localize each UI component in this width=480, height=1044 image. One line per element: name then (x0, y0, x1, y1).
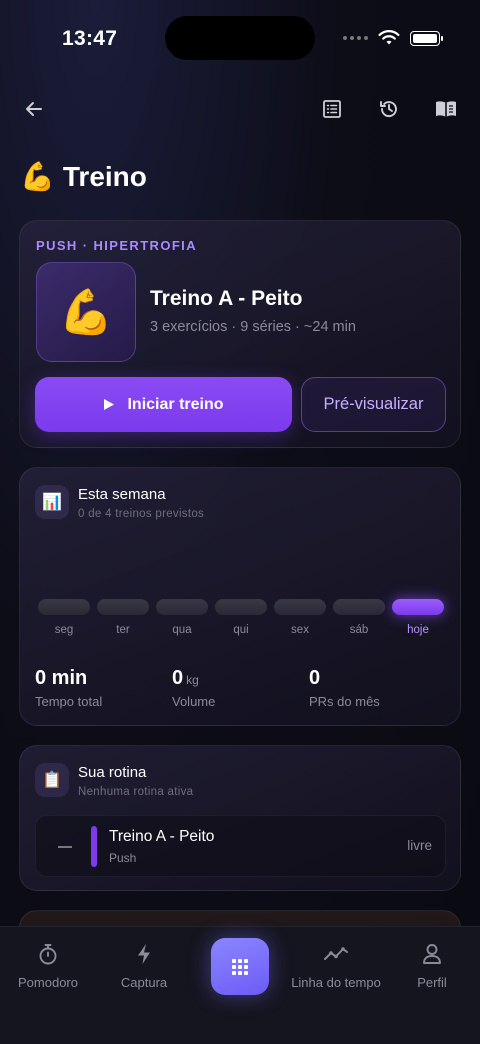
arrow-left-icon (26, 102, 42, 116)
day-label: qui (233, 624, 249, 636)
grid-icon (232, 958, 248, 975)
day-label: sex (291, 624, 309, 636)
preview-button[interactable]: Pré-visualizar (301, 377, 446, 432)
page-title: 💪 Treino (20, 160, 147, 193)
top-nav (0, 90, 480, 126)
list-button[interactable] (317, 94, 347, 124)
chart-icon: 📊 (35, 485, 69, 519)
day-6: hoje (392, 599, 444, 636)
tab-perfil-label: Perfil (417, 975, 447, 990)
start-workout-button[interactable]: Iniciar treino (35, 377, 292, 432)
tab-pomodoro-label: Pomodoro (18, 975, 78, 990)
status-bar: 13:47 (0, 0, 480, 80)
week-days: seg ter qua qui sex sáb hoje (38, 599, 444, 636)
routine-item-name: Treino A - Peito (109, 828, 215, 845)
day-label: qua (172, 624, 192, 636)
routine-item-type: Push (109, 851, 137, 865)
stat-prs-label: PRs do mês (309, 694, 380, 709)
routine-card: 📋 Sua rotina Nenhuma rotina ativa Treino… (19, 745, 461, 891)
tab-bar: Pomodoro Captura Linha do tempo Perfil (0, 926, 480, 1044)
day-2: qua (156, 599, 208, 636)
wifi-icon (378, 30, 400, 45)
book-open-icon (436, 101, 456, 117)
day-0: seg (38, 599, 90, 636)
workout-card: PUSH · HIPERTROFIA 💪 Treino A - Peito 3 … (19, 220, 461, 448)
routine-item-status: livre (407, 838, 432, 853)
workout-name: Treino A - Peito (150, 287, 303, 310)
routine-item[interactable]: Treino A - Peito Push livre (35, 815, 446, 877)
stat-volume-value: 0 (172, 667, 184, 689)
stat-volume-label: Volume (172, 694, 216, 709)
signal-icon (343, 36, 368, 40)
routine-color-bar (91, 826, 97, 867)
stat-volume-unit: kg (186, 673, 199, 687)
start-workout-label: Iniciar treino (127, 395, 224, 413)
routine-dash (58, 846, 72, 848)
tab-captura-label: Captura (120, 975, 168, 990)
day-label: hoje (407, 624, 429, 636)
day-bar (156, 599, 208, 615)
activity-icon (324, 947, 348, 960)
day-label: seg (54, 624, 74, 636)
workout-meta: 3 exercícios · 9 séries · ~24 min (150, 319, 356, 335)
day-bar (215, 599, 267, 615)
tab-captura[interactable]: Captura (114, 941, 174, 990)
flexed-biceps-icon: 💪 (20, 161, 55, 192)
stat-total-time-label: Tempo total (35, 694, 103, 709)
status-indicators (343, 30, 443, 46)
tab-home-grid-button[interactable] (211, 938, 269, 995)
page-title-text: Treino (62, 160, 147, 192)
day-4: sex (274, 599, 326, 636)
week-subtitle: 0 de 4 treinos previstos (78, 508, 205, 520)
week-title: Esta semana (78, 486, 166, 503)
stat-prs-value: 0 (309, 667, 321, 689)
status-time: 13:47 (62, 27, 118, 50)
lightning-icon (138, 944, 150, 964)
routine-title: Sua rotina (78, 764, 147, 781)
tab-linha-do-tempo[interactable]: Linha do tempo (288, 941, 384, 990)
day-bar (333, 599, 385, 615)
list-icon (323, 100, 341, 118)
day-label: ter (116, 624, 130, 636)
stat-volume: 0 kg Volume (172, 667, 215, 709)
day-bar (392, 599, 444, 615)
stopwatch-icon (39, 944, 57, 965)
stat-prs: 0 PRs do mês (309, 667, 380, 709)
day-1: ter (97, 599, 149, 636)
day-bar (38, 599, 90, 615)
day-bar (274, 599, 326, 615)
stat-total-time-value: 0 min (35, 667, 88, 689)
history-icon (380, 101, 397, 118)
routine-subtitle: Nenhuma rotina ativa (78, 786, 194, 798)
play-icon (104, 399, 115, 410)
workout-icon: 💪 (36, 262, 136, 362)
day-5: sáb (333, 599, 385, 636)
clipboard-icon: 📋 (35, 763, 69, 797)
back-button[interactable] (19, 94, 49, 124)
user-icon (423, 944, 441, 964)
battery-icon (410, 30, 443, 46)
tab-linha-do-tempo-label: Linha do tempo (291, 975, 381, 990)
history-button[interactable] (374, 94, 404, 124)
tab-perfil[interactable]: Perfil (408, 941, 456, 990)
workout-tag: PUSH · HIPERTROFIA (36, 238, 197, 253)
book-button[interactable] (431, 94, 461, 124)
dynamic-island (165, 16, 315, 60)
day-bar (97, 599, 149, 615)
tab-pomodoro[interactable]: Pomodoro (18, 941, 78, 990)
preview-label: Pré-visualizar (323, 395, 424, 413)
stat-total-time: 0 min Tempo total (35, 667, 102, 709)
day-3: qui (215, 599, 267, 636)
day-label: sáb (349, 624, 369, 636)
week-card: 📊 Esta semana 0 de 4 treinos previstos s… (19, 467, 461, 726)
